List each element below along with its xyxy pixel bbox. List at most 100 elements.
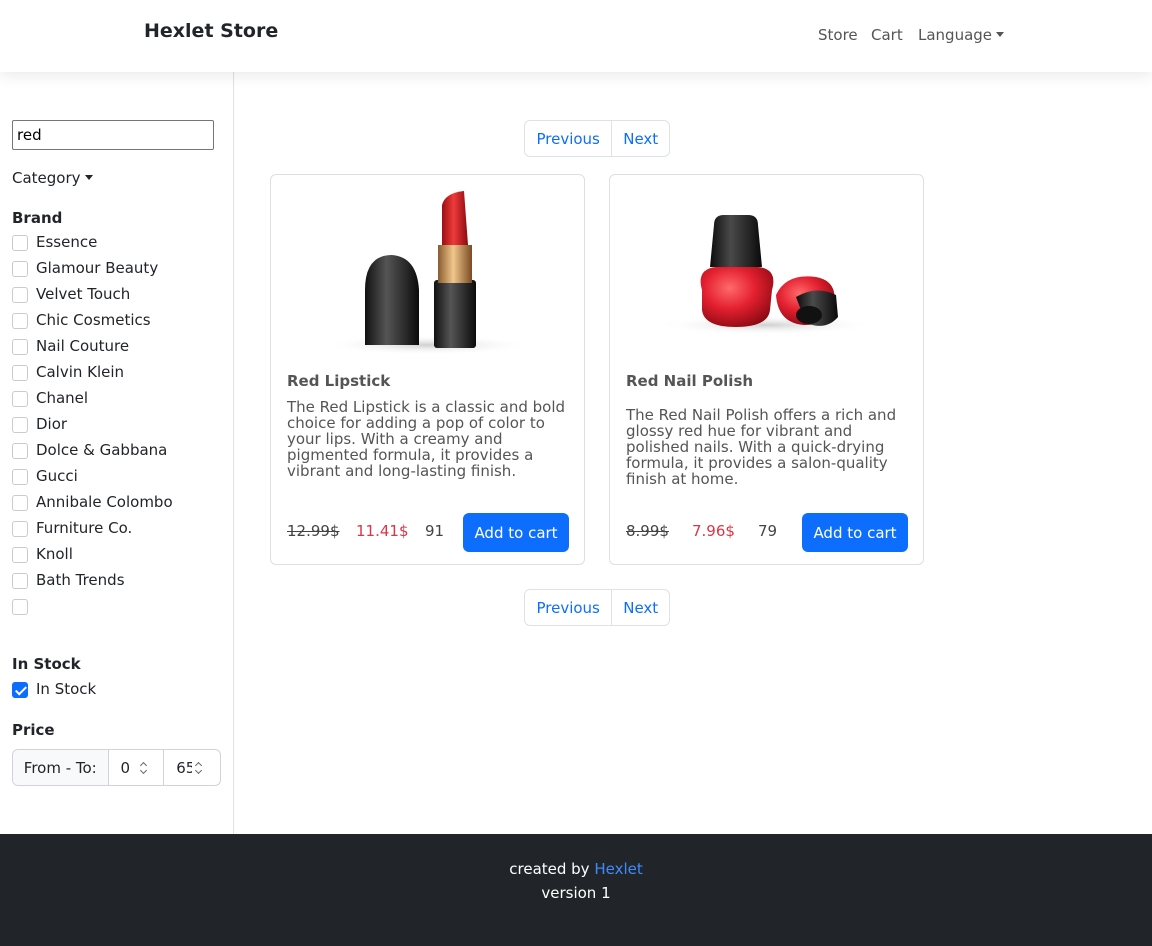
pagination-top: Previous Next [524, 120, 670, 157]
filter-sidebar: Category Brand Essence Glamour Beauty Velv… [0, 72, 234, 834]
brand-filter-item: Bath Trends [12, 571, 222, 597]
brand-label: Nail Couture [36, 337, 130, 355]
add-to-cart-button[interactable]: Add to cart [463, 513, 569, 552]
product-footer: 8.99$ 7.96$ 79 Add to cart [626, 513, 908, 552]
next-page-button[interactable]: Next [612, 121, 669, 156]
brand-filter-item: Dior [12, 415, 222, 441]
brand-label: Bath Trends [36, 571, 125, 589]
brand-filter-item: Chanel [12, 389, 222, 415]
brand-label: Chic Cosmetics [36, 311, 151, 329]
brand-filter-item: Nail Couture [12, 337, 222, 363]
footer-credit: created by Hexlet [0, 860, 1152, 878]
brand-label: Knoll [36, 545, 73, 563]
brand-checkbox[interactable] [12, 521, 28, 537]
brand-filter-item: Gucci [12, 467, 222, 493]
brand-filter-item: Chic Cosmetics [12, 311, 222, 337]
search-input[interactable] [12, 120, 214, 150]
brand-checkbox[interactable] [12, 235, 28, 251]
price-from-input[interactable]: 0 [109, 750, 165, 785]
previous-page-button[interactable]: Previous [525, 121, 613, 156]
product-title[interactable]: Red Nail Polish [626, 372, 753, 390]
language-label: Language [918, 26, 993, 44]
footer-version: version 1 [541, 884, 611, 902]
price-to-value: 65 [176, 759, 192, 777]
brand-checkbox[interactable] [12, 313, 28, 329]
in-stock-filter: In Stock [12, 680, 222, 706]
product-description: The Red Lipstick is a classic and bold c… [287, 398, 566, 480]
price-range-label: From - To: [13, 750, 109, 785]
brand-label: Furniture Co. [36, 519, 133, 537]
pagination-bottom: Previous Next [524, 589, 670, 626]
in-stock-checkbox[interactable] [12, 682, 28, 698]
brand-checkbox[interactable] [12, 391, 28, 407]
language-dropdown[interactable]: Language [918, 26, 1005, 44]
price-from-value: 0 [120, 759, 131, 777]
chevron-down-icon [84, 175, 93, 180]
brand-filter-item: Essence [12, 233, 222, 259]
brand-label: Calvin Klein [36, 363, 125, 381]
brand-checkbox[interactable] [12, 261, 28, 277]
stock-count: 79 [758, 522, 778, 540]
product-footer: 12.99$ 11.41$ 91 Add to cart [287, 513, 569, 552]
brand-filter-item: Glamour Beauty [12, 259, 222, 285]
hexlet-link[interactable]: Hexlet [594, 860, 642, 878]
product-description: The Red Nail Polish offers a rich and gl… [626, 406, 897, 488]
category-label: Category [12, 169, 81, 187]
sale-price: 7.96$ [692, 522, 735, 540]
category-dropdown[interactable]: Category [12, 169, 93, 187]
spinner-icon[interactable] [194, 760, 204, 776]
brand-label: Velvet Touch [36, 285, 131, 303]
price-range-group: From - To: 0 65 [12, 749, 221, 786]
brand-label: Dior [36, 415, 68, 433]
brand-label: Essence [36, 233, 98, 251]
brand-checkbox[interactable] [12, 573, 28, 589]
brand-checkbox[interactable] [12, 365, 28, 381]
brand-checkbox[interactable] [12, 599, 28, 615]
add-to-cart-button[interactable]: Add to cart [802, 513, 908, 552]
nail-polish-icon [656, 215, 876, 335]
brand-filter-item: Dolce & Gabbana [12, 441, 222, 467]
brand-label: Annibale Colombo [36, 493, 173, 511]
chevron-down-icon [996, 32, 1005, 37]
stock-count: 91 [425, 522, 445, 540]
brand-label: Chanel [36, 389, 89, 407]
navbar: Hexlet Store Store Cart Language [0, 0, 1152, 72]
old-price: 8.99$ [626, 522, 669, 540]
brand-label: Dolce & Gabbana [36, 441, 168, 459]
brand-filter-list: Essence Glamour Beauty Velvet Touch Chic Co… [12, 233, 222, 623]
brand-checkbox[interactable] [12, 443, 28, 459]
store-brand-link[interactable]: Hexlet Store [144, 20, 278, 42]
brand-checkbox[interactable] [12, 495, 28, 511]
brand-filter-item: Furniture Co. [12, 519, 222, 545]
product-card: Red Lipstick The Red Lipstick is a class… [270, 174, 585, 565]
brand-checkbox[interactable] [12, 287, 28, 303]
brand-label: Glamour Beauty [36, 259, 159, 277]
sale-price: 11.41$ [356, 522, 409, 540]
product-title[interactable]: Red Lipstick [287, 372, 390, 390]
brand-filter-item: Calvin Klein [12, 363, 222, 389]
brand-label: Gucci [36, 467, 78, 485]
previous-page-button[interactable]: Previous [525, 590, 613, 625]
lipstick-icon [322, 191, 532, 355]
brand-filter-item: Knoll [12, 545, 222, 571]
footer-credit-text: created by [509, 860, 595, 878]
brand-section-title: Brand [12, 209, 63, 227]
brand-checkbox[interactable] [12, 339, 28, 355]
brand-filter-item [12, 597, 222, 623]
old-price: 12.99$ [287, 522, 340, 540]
price-section-title: Price [12, 721, 55, 739]
page-footer: created by Hexlet version 1 [0, 834, 1152, 946]
next-page-button[interactable]: Next [612, 590, 669, 625]
in-stock-label: In Stock [36, 680, 97, 698]
brand-filter-item: Velvet Touch [12, 285, 222, 311]
brand-filter-item: Annibale Colombo [12, 493, 222, 519]
brand-checkbox[interactable] [12, 547, 28, 563]
spinner-icon[interactable] [139, 760, 149, 776]
brand-checkbox[interactable] [12, 417, 28, 433]
product-card: Red Nail Polish The Red Nail Polish offe… [609, 174, 924, 565]
brand-checkbox[interactable] [12, 469, 28, 485]
nav-cart-link[interactable]: Cart [871, 26, 903, 44]
nav-store-link[interactable]: Store [818, 26, 858, 44]
stock-section-title: In Stock [12, 655, 81, 673]
price-to-input[interactable]: 65 [164, 750, 220, 785]
